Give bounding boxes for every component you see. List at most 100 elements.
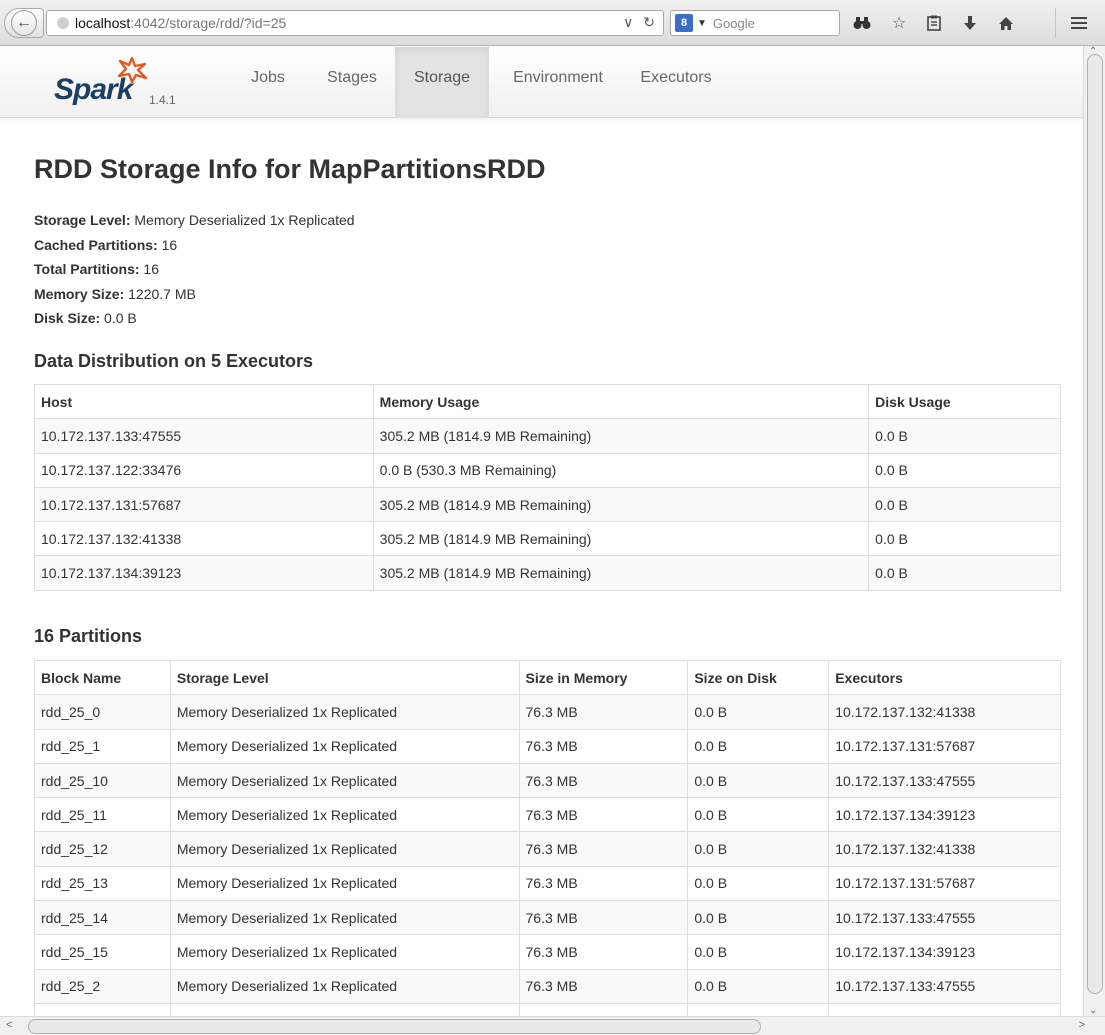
binoculars-icon[interactable] [851,12,873,34]
search-input[interactable]: 8 ▼ Google [670,10,840,36]
cell-storage-level: Memory Deserialized 1x Replicated [169,694,520,730]
column-header-size-in-memory[interactable]: Size in Memory [518,659,689,696]
cell-size-on-disk: 0.0 B [687,762,830,799]
summary-value: 16 [143,261,159,277]
scroll-right-icon[interactable]: > [1079,1019,1085,1031]
summary-key: Disk Size: [34,310,101,326]
clipboard-icon[interactable] [923,12,945,34]
hamburger-menu-icon[interactable] [1068,12,1090,34]
cell-block-name: rdd_25_14 [34,900,171,936]
distribution-rows: 10.172.137.133:47555 305.2 MB (1814.9 MB… [34,418,1061,591]
cell-disk-usage: 0.0 B [868,521,1061,557]
version-label: 1.4.1 [149,93,176,107]
table-row: 10.172.137.134:39123 305.2 MB (1814.9 MB… [34,555,1061,591]
cell-disk-usage: 0.0 B [868,452,1061,488]
vertical-scroll-thumb[interactable] [1087,54,1103,994]
cell-block-name: rdd_25_1 [34,728,171,764]
vertical-scrollbar[interactable]: ⌃ ⌄ [1083,46,1105,1016]
tab-storage[interactable]: Storage [395,47,489,118]
table-row: rdd_25_11 Memory Deserialized 1x Replica… [34,797,1061,833]
summary-value: 1220.7 MB [128,285,196,302]
rdd-summary: Storage Level: Memory Deserialized 1x Re… [34,208,355,331]
cell-executor: 10.172.137.132:41338 [828,831,1061,867]
cell-host: 10.172.137.132:41338 [34,521,374,557]
chevron-down-icon[interactable]: ▼ [697,18,707,29]
summary-key: Storage Level: [34,212,131,228]
table-row: rdd_25_2 Memory Deserialized 1x Replicat… [34,968,1061,1004]
cell-size-in-memory: 76.3 MB [518,865,689,902]
cell-executor: 10.172.137.132:41338 [828,694,1061,730]
cell-size-on-disk: 0.0 B [687,797,830,833]
tab-jobs[interactable]: Jobs [230,47,306,118]
url-bar[interactable]: localhost:4042/storage/rdd/?id=25 ∨ ↻ [46,10,664,36]
partitions-table: Block Name Storage Level Size in Memory … [34,659,1061,1035]
cell-disk-usage: 0.0 B [868,418,1061,454]
table-row: 10.172.137.132:41338 305.2 MB (1814.9 MB… [34,521,1061,557]
cell-executor: 10.172.137.134:39123 [828,934,1061,970]
column-header-block-name[interactable]: Block Name [34,659,171,696]
cell-executor: 10.172.137.133:47555 [828,900,1061,936]
column-header-size-on-disk[interactable]: Size on Disk [687,659,830,696]
cell-size-on-disk: 0.0 B [687,694,830,730]
table-header-row: Block Name Storage Level Size in Memory … [34,659,1061,696]
tab-environment[interactable]: Environment [494,47,622,118]
cell-host: 10.172.137.134:39123 [34,555,374,591]
chevron-down-icon[interactable]: ∨ [623,14,633,30]
cell-storage-level: Memory Deserialized 1x Replicated [169,900,520,936]
home-icon[interactable] [995,12,1017,34]
cell-block-name: rdd_25_13 [34,865,171,902]
table-row: rdd_25_12 Memory Deserialized 1x Replica… [34,831,1061,867]
horizontal-scrollbar[interactable]: < > [0,1016,1105,1035]
cell-block-name: rdd_25_15 [34,934,171,970]
scroll-left-icon[interactable]: < [6,1019,12,1031]
horizontal-scroll-thumb[interactable] [28,1019,761,1034]
cell-size-in-memory: 76.3 MB [518,694,689,730]
cell-host: 10.172.137.122:33476 [34,452,374,488]
cell-storage-level: Memory Deserialized 1x Replicated [169,831,520,867]
cell-size-in-memory: 76.3 MB [518,968,689,1004]
cell-memory-usage: 305.2 MB (1814.9 MB Remaining) [372,555,870,591]
back-arrow-icon: ← [11,10,37,36]
table-row: rdd_25_10 Memory Deserialized 1x Replica… [34,762,1061,799]
summary-disk-size: Disk Size: 0.0 B [34,306,355,331]
cell-executor: 10.172.137.134:39123 [828,797,1061,833]
star-icon[interactable]: ☆ [888,12,910,34]
tab-label: Jobs [251,68,285,86]
cell-memory-usage: 305.2 MB (1814.9 MB Remaining) [372,486,870,523]
search-placeholder: Google [712,15,755,31]
cell-block-name: rdd_25_12 [34,831,171,867]
back-button[interactable]: ← [4,8,44,38]
url-host: localhost [75,15,131,31]
column-header-host[interactable]: Host [34,383,374,420]
cell-block-name: rdd_25_11 [34,797,171,833]
tab-stages[interactable]: Stages [310,47,394,118]
cell-executor: 10.172.137.131:57687 [828,865,1061,902]
cell-size-in-memory: 76.3 MB [518,728,689,764]
tab-label: Storage [413,68,471,86]
cell-size-on-disk: 0.0 B [687,968,830,1004]
distribution-table: Host Memory Usage Disk Usage 10.172.137.… [34,383,1061,591]
column-header-disk-usage[interactable]: Disk Usage [868,383,1061,420]
cell-block-name: rdd_25_0 [34,694,171,730]
column-header-memory-usage[interactable]: Memory Usage [372,383,870,420]
tab-label: Environment [513,68,603,86]
table-row: rdd_25_13 Memory Deserialized 1x Replica… [34,865,1061,902]
cell-block-name: rdd_25_10 [34,762,171,799]
cell-memory-usage: 305.2 MB (1814.9 MB Remaining) [372,418,870,454]
cell-storage-level: Memory Deserialized 1x Replicated [169,797,520,833]
page-title: RDD Storage Info for MapPartitionsRDD [34,154,546,184]
tab-executors[interactable]: Executors [628,47,724,118]
table-row: rdd_25_0 Memory Deserialized 1x Replicat… [34,694,1061,730]
summary-value: Memory Deserialized 1x Replicated [134,212,355,228]
download-icon[interactable] [959,12,981,34]
cell-executor: 10.172.137.133:47555 [828,762,1061,799]
summary-memory-size: Memory Size: 1220.7 MB [34,282,355,307]
column-header-storage-level[interactable]: Storage Level [169,659,520,696]
reload-icon[interactable]: ↻ [643,14,655,30]
cell-size-in-memory: 76.3 MB [518,900,689,936]
google-icon[interactable]: 8 [675,14,693,32]
toolbar-divider [1055,8,1056,38]
table-row: rdd_25_1 Memory Deserialized 1x Replicat… [34,728,1061,764]
scroll-down-icon[interactable]: ⌄ [1089,1005,1097,1016]
column-header-executors[interactable]: Executors [828,659,1061,696]
